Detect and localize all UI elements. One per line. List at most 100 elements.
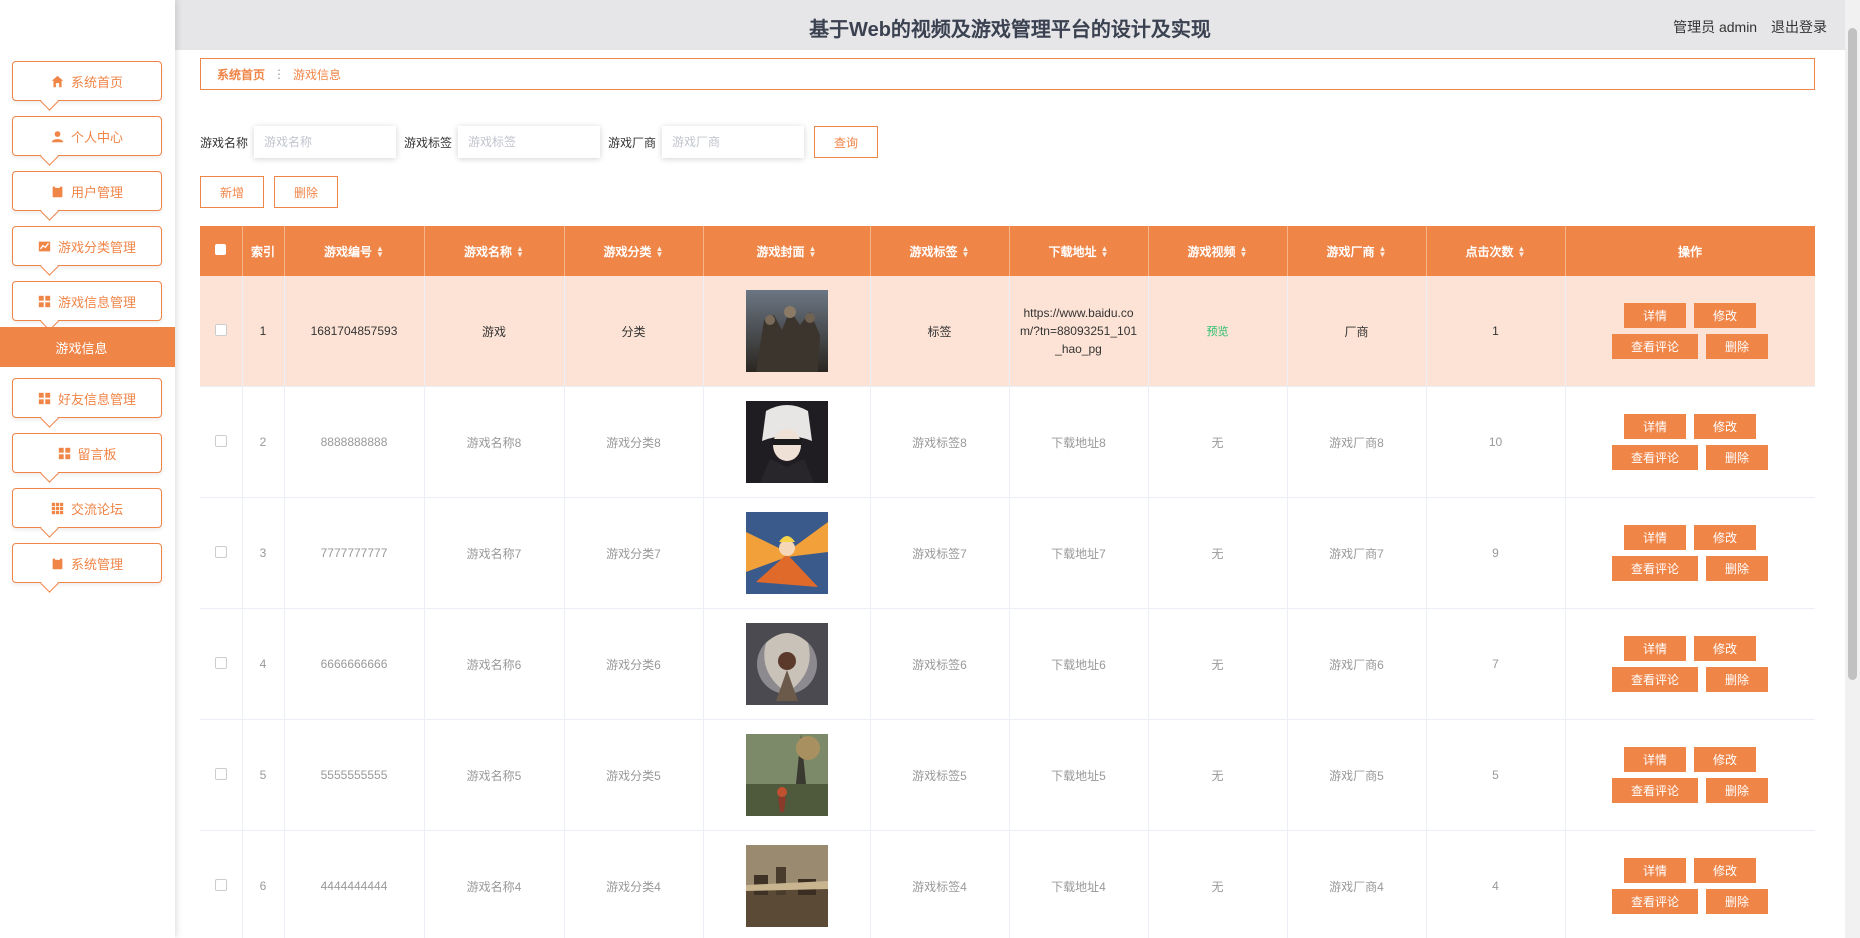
edit-button[interactable]: 修改	[1694, 303, 1756, 328]
detail-button[interactable]: 详情	[1624, 858, 1686, 883]
sort-icon[interactable]: ▲ ▼	[1240, 245, 1248, 259]
game-name-input[interactable]	[254, 126, 397, 158]
game-vendor-label: 游戏厂商	[608, 135, 657, 150]
sort-icon[interactable]: ▲ ▼	[1379, 245, 1387, 259]
select-all-cell	[200, 226, 243, 276]
col-url[interactable]: 下载地址 ▲ ▼	[1009, 226, 1149, 276]
sort-icon[interactable]: ▲ ▼	[656, 245, 664, 259]
breadcrumb-home[interactable]: 系统首页	[217, 66, 265, 83]
row-delete-button[interactable]: 删除	[1706, 889, 1768, 914]
select-all-checkbox[interactable]	[215, 244, 227, 255]
sort-icon[interactable]: ▲ ▼	[809, 245, 817, 259]
cell-clicks: 7	[1426, 608, 1566, 720]
game-tag-input[interactable]	[458, 126, 601, 158]
cover-image[interactable]	[745, 734, 828, 816]
cover-image[interactable]	[745, 512, 828, 594]
row-actions: 详情 修改 查看评论 删除	[1566, 303, 1815, 359]
scrollbar-thumb[interactable]	[1848, 28, 1857, 680]
detail-button[interactable]: 详情	[1624, 747, 1686, 772]
row-checkbox[interactable]	[214, 656, 227, 669]
cell-code: 1681704857593	[284, 276, 425, 387]
sidebar-item-messages[interactable]: 留言板	[12, 433, 162, 473]
cover-image[interactable]	[745, 845, 828, 927]
view-comments-button[interactable]: 查看评论	[1612, 445, 1698, 470]
sidebar-subitem-game-info[interactable]: 游戏信息	[0, 327, 175, 367]
sort-icon[interactable]: ▲ ▼	[376, 245, 384, 259]
cell-name: 游戏名称5	[424, 719, 565, 831]
sort-icon[interactable]: ▲ ▼	[516, 245, 524, 259]
row-delete-button[interactable]: 删除	[1706, 556, 1768, 581]
col-code[interactable]: 游戏编号 ▲ ▼	[284, 226, 425, 276]
game-table: 索引 游戏编号 ▲ ▼ 游戏名称 ▲ ▼ 游戏分类 ▲ ▼ 游戏封面 ▲ ▼ 游戏标签 ▲ ▼ 下载…	[200, 226, 1815, 938]
detail-button[interactable]: 详情	[1624, 303, 1686, 328]
col-name[interactable]: 游戏名称 ▲ ▼	[424, 226, 565, 276]
sort-icon[interactable]: ▲ ▼	[1518, 245, 1526, 259]
view-comments-button[interactable]: 查看评论	[1612, 667, 1698, 692]
view-comments-button[interactable]: 查看评论	[1612, 778, 1698, 803]
row-checkbox[interactable]	[214, 323, 227, 336]
sidebar-item-friends[interactable]: 好友信息管理	[12, 378, 162, 418]
sidebar-item-system[interactable]: 系统管理	[12, 543, 162, 583]
cover-image[interactable]	[745, 401, 828, 483]
sidebar-item-game-category[interactable]: 游戏分类管理	[12, 226, 162, 266]
row-checkbox[interactable]	[214, 878, 227, 891]
breadcrumb-separator-icon: ⋮	[273, 67, 286, 81]
edit-button[interactable]: 修改	[1694, 414, 1756, 439]
table-row[interactable]: 4 6666666666 游戏名称6 游戏分类6 游戏标签6 下载地址6 无 游…	[200, 608, 1815, 720]
edit-button[interactable]: 修改	[1694, 525, 1756, 550]
col-tag[interactable]: 游戏标签 ▲ ▼	[870, 226, 1010, 276]
cell-vendor: 游戏厂商5	[1287, 719, 1427, 831]
detail-button[interactable]: 详情	[1624, 414, 1686, 439]
row-delete-button[interactable]: 删除	[1706, 445, 1768, 470]
row-checkbox[interactable]	[214, 434, 227, 447]
col-clicks[interactable]: 点击次数 ▲ ▼	[1426, 226, 1566, 276]
sidebar-item-game-info[interactable]: 游戏信息管理	[12, 281, 162, 321]
cell-category: 分类	[564, 276, 704, 387]
row-checkbox[interactable]	[214, 545, 227, 558]
table-row[interactable]: 2 8888888888 游戏名称8 游戏分类8 游戏标签8 下载地址8 无 游…	[200, 386, 1815, 498]
logout-link[interactable]: 退出登录	[1771, 19, 1827, 35]
view-comments-button[interactable]: 查看评论	[1612, 334, 1698, 359]
view-comments-button[interactable]: 查看评论	[1612, 889, 1698, 914]
add-button[interactable]: 新增	[200, 176, 264, 208]
cell-url: https://www.baidu.com/?tn=88093251_101_h…	[1019, 306, 1138, 356]
cell-clicks: 9	[1426, 497, 1566, 609]
cell-index: 2	[242, 386, 285, 498]
sort-icon[interactable]: ▲ ▼	[1101, 245, 1109, 259]
video-preview-link[interactable]: 预览	[1207, 326, 1229, 338]
clipboard-icon	[51, 184, 65, 198]
col-cover[interactable]: 游戏封面 ▲ ▼	[703, 226, 871, 276]
user-icon	[51, 129, 65, 143]
row-delete-button[interactable]: 删除	[1706, 667, 1768, 692]
row-checkbox[interactable]	[214, 767, 227, 780]
table-row[interactable]: 3 7777777777 游戏名称7 游戏分类7 游戏标签7 下载地址7 无 游…	[200, 497, 1815, 609]
view-comments-button[interactable]: 查看评论	[1612, 556, 1698, 581]
row-delete-button[interactable]: 删除	[1706, 778, 1768, 803]
sidebar-item-users[interactable]: 用户管理	[12, 171, 162, 211]
page-scrollbar[interactable]	[1845, 0, 1860, 938]
table-row[interactable]: 6 4444444444 游戏名称4 游戏分类4 游戏标签4 下载地址4 无 游…	[200, 830, 1815, 938]
sidebar-item-label: 好友信息管理	[57, 391, 136, 407]
col-video[interactable]: 游戏视频 ▲ ▼	[1148, 226, 1288, 276]
edit-button[interactable]: 修改	[1694, 858, 1756, 883]
cover-image[interactable]	[745, 623, 828, 705]
detail-button[interactable]: 详情	[1624, 636, 1686, 661]
sidebar-item-home[interactable]: 系统首页	[12, 61, 162, 101]
cell-index: 3	[242, 497, 285, 609]
edit-button[interactable]: 修改	[1694, 747, 1756, 772]
delete-button[interactable]: 删除	[274, 176, 338, 208]
table-row[interactable]: 5 5555555555 游戏名称5 游戏分类5 游戏标签5 下载地址5 无 游…	[200, 719, 1815, 831]
detail-button[interactable]: 详情	[1624, 525, 1686, 550]
sort-icon[interactable]: ▲ ▼	[962, 245, 970, 259]
game-vendor-input[interactable]	[662, 126, 805, 158]
cover-image[interactable]	[745, 290, 828, 372]
row-delete-button[interactable]: 删除	[1706, 334, 1768, 359]
col-category[interactable]: 游戏分类 ▲ ▼	[564, 226, 704, 276]
col-vendor[interactable]: 游戏厂商 ▲ ▼	[1287, 226, 1427, 276]
sidebar-item-forum[interactable]: 交流论坛	[12, 488, 162, 528]
cell-name: 游戏名称7	[424, 497, 565, 609]
query-button[interactable]: 查询	[814, 126, 879, 158]
sidebar-item-profile[interactable]: 个人中心	[12, 116, 162, 156]
table-row[interactable]: 1 1681704857593 游戏 分类 标签 https://www.bai…	[200, 276, 1815, 387]
edit-button[interactable]: 修改	[1694, 636, 1756, 661]
